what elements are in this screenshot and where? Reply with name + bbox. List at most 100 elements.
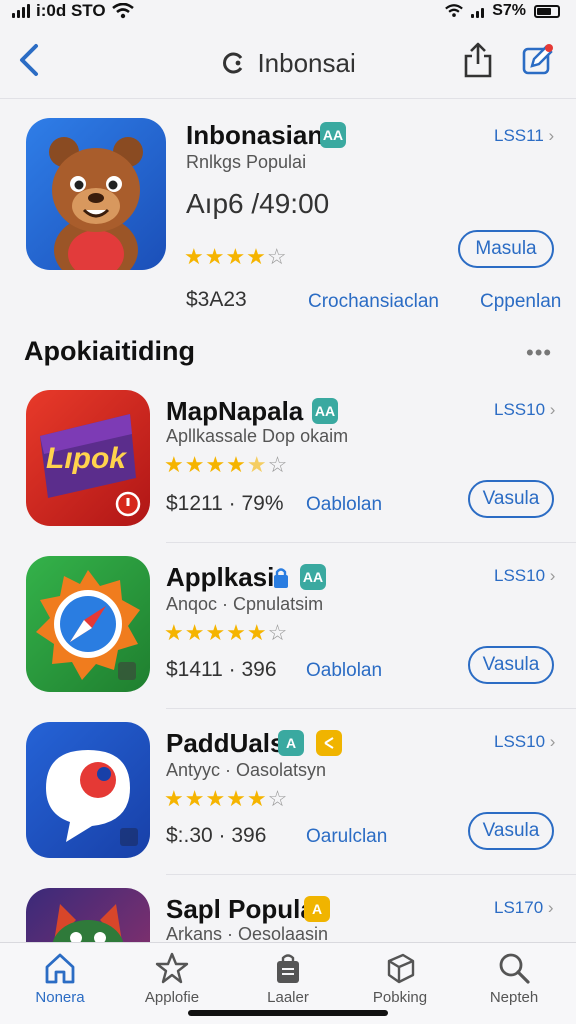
app-price-3: $:.30 · 396 [166,824,267,847]
signal-icon [471,4,485,18]
app-subtitle-4: Arkans · Oesolaasin [166,924,329,942]
status-right: S7% [445,2,560,20]
app-link-1[interactable]: Oablolan [306,494,382,516]
edit-button[interactable] [520,42,556,78]
search-icon [499,953,530,984]
filled-stars: ★★★★ [184,244,267,269]
app-icon-4[interactable] [26,888,150,942]
status-left: i:0d STO [12,1,134,21]
app-star-rating-1: ★★★★★☆ [164,452,288,478]
chevron-right-icon: › [548,126,555,145]
flag-logo-icon: Lıpok [40,414,141,517]
app-version-3[interactable]: LSS10 › [494,732,555,752]
icon-text: Lıpok [46,442,127,475]
app-link-3[interactable]: Oarulclan [306,826,387,848]
bag-icon [277,954,299,983]
tab-label: Applofie [144,989,200,1006]
app-badge-4: A [304,896,330,922]
chevron-right-icon: › [543,898,554,917]
divider [166,542,576,543]
app-badge-1: AA [312,398,338,424]
section-title: Apokiaitiding [24,336,195,366]
featured-get-button[interactable]: Masula [458,230,554,268]
share-button[interactable] [460,40,496,80]
tab-home[interactable]: Nonera [10,951,110,1006]
divider [166,874,576,875]
battery-percent: S7% [492,2,526,19]
bear-mascot-icon [49,137,143,270]
half-star: ★ [246,452,268,477]
nav-title-text: Inbonsai [257,48,356,78]
version-text: LSS10 [494,400,546,419]
more-button[interactable]: ••• [526,340,552,366]
wifi-icon [445,4,464,17]
tab-label: Laaler [267,989,309,1006]
app-price-1: $1211 · 79% [166,492,284,515]
featured-rating-text: Aıp6 /49:00 [186,188,330,219]
divider [0,98,576,99]
divider [166,708,576,709]
nav-bar: Inbonsai [0,30,576,96]
app-get-button-1[interactable]: Vasula [468,480,554,518]
version-text: LSS10 [494,566,546,585]
app-link-2[interactable]: Oablolan [306,660,382,682]
featured-app-badge: AA [320,122,346,148]
app-version-2[interactable]: LSS10 › [494,566,555,586]
app-icon-1[interactable]: Lıpok [26,390,150,526]
share-icon [464,42,492,78]
featured-app-version[interactable]: LSS11 › [494,126,554,146]
home-icon [45,953,75,984]
app-title-2[interactable]: Applkasi [166,562,274,593]
cube-icon [387,953,415,984]
status-bar: i:0d STO S7% [0,0,576,22]
lock-icon [274,568,288,588]
refresh-icon [223,52,243,74]
tab-search[interactable]: Nepteh [464,951,564,1006]
tab-booking[interactable]: Pobking [350,951,450,1006]
app-subtitle-3: Antyyc · Oasolatsyn [166,760,327,780]
app-title-1[interactable]: MapNapala [166,396,303,427]
featured-price: $3A23 [186,288,247,311]
app-icon-2[interactable] [26,556,150,692]
app-badge-3: A [278,730,304,756]
share-icon [324,737,334,749]
compass-icon [36,570,140,680]
app-get-button-3[interactable]: Vasula [468,812,554,850]
featured-link-open[interactable]: Cppenlan [480,291,561,313]
version-text: LSS10 [494,732,546,751]
app-icon-3[interactable] [26,722,150,858]
filled-stars: ★★★★ [164,452,247,477]
featured-link-details[interactable]: Crochansiaclan [308,291,439,313]
app-get-button-2[interactable]: Vasula [468,646,554,684]
chat-bubble-icon [46,750,138,846]
empty-star: ☆ [267,620,289,645]
featured-app-title[interactable]: Inbonasian [186,120,323,151]
featured-star-rating: ★★★★☆ [184,244,288,270]
filled-stars: ★★★★★ [164,786,268,811]
featured-app-subtitle: Rnlkgs Populai [186,152,307,172]
edit-icon [522,44,553,75]
tab-apps[interactable]: Applofie [122,951,222,1006]
app-badge-3b [316,730,342,756]
empty-star: ☆ [266,244,288,269]
featured-app-icon[interactable] [26,118,166,270]
cat-mascot-icon [52,904,124,942]
chevron-right-icon: › [545,400,556,419]
app-version-1[interactable]: LSS10 › [494,400,555,420]
empty-star: ☆ [267,786,289,811]
app-version-4[interactable]: LS170 › [494,898,554,918]
battery-icon [534,4,560,18]
app-star-rating-2: ★★★★★☆ [164,620,288,646]
version-text: LSS11 [494,126,544,145]
app-title-4[interactable]: Sapl Popular [166,894,325,925]
tab-label: Pobking [372,989,428,1006]
chevron-right-icon: › [545,566,556,585]
version-text: LS170 [494,898,544,917]
empty-star: ☆ [267,452,289,477]
app-title-3[interactable]: PaddUals [166,728,285,759]
tab-label: Nepteh [489,989,539,1006]
app-badge-2: AA [300,564,326,590]
home-indicator[interactable] [188,1010,388,1016]
tab-library[interactable]: Laaler [238,951,338,1006]
tab-label: Nonera [35,989,85,1006]
